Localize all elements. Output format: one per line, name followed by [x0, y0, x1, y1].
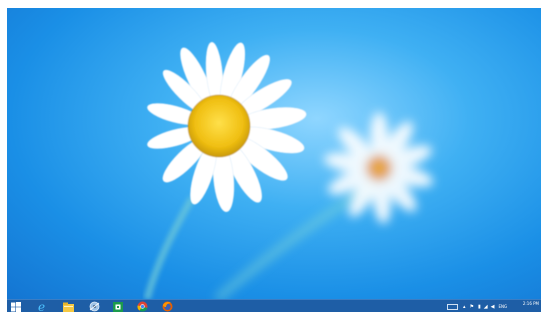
language-indicator[interactable]: ENG [498, 304, 507, 309]
taskbar: e ▴ ⚑ ▮ ◢ ◀ ENG 2:16 PM [7, 299, 541, 312]
green-app-icon [113, 301, 123, 312]
show-hidden-icons-icon[interactable]: ▴ [463, 304, 466, 310]
keyboard-icon[interactable] [447, 303, 458, 310]
firefox-button[interactable] [160, 301, 174, 312]
windows-logo-icon [11, 301, 21, 312]
svg-text:e: e [38, 301, 45, 312]
action-center-flag-icon[interactable]: ⚑ [470, 304, 474, 310]
internet-explorer-button[interactable]: e [35, 301, 49, 312]
desktop-wallpaper[interactable] [7, 8, 541, 299]
firefox-icon [162, 301, 172, 312]
daisy-front [147, 42, 307, 212]
left-margin [0, 0, 7, 312]
internet-explorer-icon: e [38, 301, 45, 312]
app-button-settings[interactable] [87, 301, 101, 312]
start-button[interactable] [9, 301, 23, 312]
file-explorer-button[interactable] [61, 301, 75, 312]
chrome-button[interactable] [135, 301, 149, 312]
volume-icon[interactable]: ◀ [491, 304, 495, 310]
signal-icon[interactable]: ◢ [484, 304, 488, 310]
chrome-icon [136, 301, 147, 312]
gear-globe-icon [89, 301, 99, 312]
network-icon[interactable]: ▮ [478, 304, 481, 310]
stem-front [143, 196, 196, 299]
clock-time: 2:16 PM [522, 301, 539, 306]
right-margin [541, 0, 545, 312]
system-tray: ▴ ⚑ ▮ ◢ ◀ ENG [447, 300, 507, 313]
folder-icon [62, 302, 74, 312]
clock[interactable]: 2:16 PM [523, 301, 539, 306]
app-button-green[interactable] [111, 301, 125, 312]
wallpaper-daisies [143, 42, 434, 299]
top-margin [0, 0, 545, 8]
